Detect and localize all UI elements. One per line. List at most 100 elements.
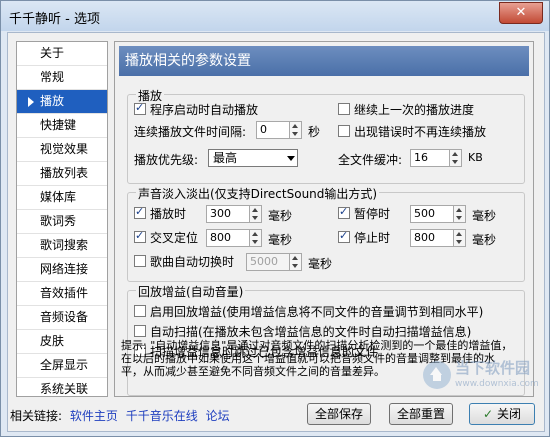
interval-unit: 秒 [308,125,321,139]
priority-label: 播放优先级: [134,153,199,167]
interval-label: 连续播放文件时间隔: [134,125,247,139]
fade-stop-spinner[interactable] [454,229,466,247]
buffer-unit: KB [468,151,483,164]
sidebar-item-label: 音效插件 [40,286,89,300]
stop-on-error-label: 出现错误时不再连续播放 [354,125,487,139]
group-title: 回放增益(自动音量) [136,283,246,300]
sidebar-item-label: 皮肤 [40,334,65,348]
fade-auto-switch-checkbox[interactable] [134,255,146,267]
resume-label: 继续上一次的播放进度 [354,103,475,117]
sidebar-item-label: 音频设备 [40,310,89,324]
gain-auto-scan-label: 自动扫描(在播放未包含增益信息的文件时自动扫描增益信息) [150,325,472,339]
watermark-logo: 当下软件园 www.downxia.com [419,353,539,401]
sidebar-item-general[interactable]: 常规 [17,66,107,90]
sidebar-item-label: 播放列表 [40,166,89,180]
priority-value: 最高 [213,151,238,165]
fade-pause-checkbox[interactable] [338,205,350,219]
sidebar-item-label: 歌词秀 [40,214,77,228]
sidebar-item-audio-device[interactable]: 音频设备 [17,306,107,330]
fade-auto-switch-unit: 毫秒 [308,257,333,271]
sidebar-item-label: 歌词搜索 [40,238,89,252]
check-icon: ✓ [483,407,494,421]
playback-group: 播放 程序启动时自动播放 继续上一次的播放进度 连续播放文件时间隔: 0 秒 出… [127,87,525,184]
sidebar-item-label: 媒体库 [40,190,77,204]
group-title: 声音淡入淡出(仅支持DirectSound输出方式) [136,185,380,202]
watermark-url: www.downxia.com [455,379,539,389]
sidebar-item-label: 全屏显示 [40,358,89,372]
sidebar-item-fullscreen[interactable]: 全屏显示 [17,354,107,378]
watermark-text: 当下软件园 [455,359,531,377]
links-label: 相关链接: [10,409,63,423]
fade-group: 声音淡入淡出(仅支持DirectSound输出方式) 播放时 300 毫秒 暂停… [127,185,525,282]
fade-pause-input[interactable]: 500 [410,205,454,223]
fade-stop-checkbox[interactable] [338,229,350,243]
sidebar-item-hotkeys[interactable]: 快捷键 [17,114,107,138]
fade-seek-checkbox[interactable] [134,229,146,243]
reset-all-button[interactable]: 全部重置 [389,403,453,425]
sidebar-item-media-library[interactable]: 媒体库 [17,186,107,210]
panel-header: 播放相关的参数设置 [119,46,529,76]
link-homepage[interactable]: 软件主页 [70,409,118,423]
sidebar-item-label: 常规 [40,70,65,84]
selected-arrow-icon [28,96,34,107]
sidebar-item-about[interactable]: 关于 [17,42,107,66]
chevron-down-icon [287,156,295,161]
resume-checkbox[interactable] [338,103,350,115]
auto-play-checkbox[interactable] [134,101,146,115]
window-title: 千千静听 - 选项 [9,12,100,27]
fade-seek-spinner[interactable] [250,229,262,247]
fade-auto-switch-input[interactable]: 5000 [246,253,290,271]
options-sidebar: 关于 常规 播放 快捷键 视觉效果 播放列表 媒体库 歌词秀 歌词搜索 网络连接… [16,41,108,397]
related-links: 相关链接: 软件主页 千千音乐在线 论坛 [10,407,230,424]
sidebar-item-visual-effects[interactable]: 视觉效果 [17,138,107,162]
link-forum[interactable]: 论坛 [206,409,230,423]
close-icon: ✕ [515,5,527,20]
sidebar-item-lyrics-search[interactable]: 歌词搜索 [17,234,107,258]
buffer-input[interactable]: 16 [410,149,450,167]
gain-enable-checkbox[interactable] [134,305,146,317]
fade-pause-unit: 毫秒 [472,209,497,223]
fade-stop-unit: 毫秒 [472,233,497,247]
save-all-button[interactable]: 全部保存 [307,403,371,425]
buffer-spinner[interactable] [450,149,462,167]
sidebar-item-skin[interactable]: 皮肤 [17,330,107,354]
fade-stop-label: 停止时 [354,231,391,245]
sidebar-item-playlist[interactable]: 播放列表 [17,162,107,186]
gain-auto-scan-checkbox[interactable] [134,325,146,337]
sidebar-item-label: 播放 [40,94,65,108]
sidebar-item-file-association[interactable]: 系统关联 [17,378,107,401]
gain-enable-label: 启用回放增益(使用增益信息将不同文件的音量调节到相同水平) [150,305,484,319]
sidebar-item-playback[interactable]: 播放 [17,90,107,114]
sidebar-item-label: 网络连接 [40,262,89,276]
fade-stop-input[interactable]: 800 [410,229,454,247]
sidebar-item-lyrics-show[interactable]: 歌词秀 [17,210,107,234]
options-window: 千千静听 - 选项 ✕ 关于 常规 播放 快捷键 视觉效果 播放列表 媒体库 歌… [0,0,550,437]
sidebar-item-label: 系统关联 [40,382,89,396]
sidebar-item-network[interactable]: 网络连接 [17,258,107,282]
fade-auto-switch-label: 歌曲自动切换时 [150,255,235,269]
fade-auto-switch-spinner[interactable] [290,253,302,271]
sidebar-item-effect-plugins[interactable]: 音效插件 [17,282,107,306]
sidebar-item-label: 快捷键 [40,118,77,132]
interval-spinner[interactable] [290,121,302,139]
link-music-online[interactable]: 千千音乐在线 [126,409,198,423]
stop-on-error-checkbox[interactable] [338,125,350,137]
fade-play-unit: 毫秒 [268,209,293,223]
window-close-button[interactable]: ✕ [499,2,543,24]
fade-pause-label: 暂停时 [354,207,391,221]
buffer-label: 全文件缓冲: [338,153,403,167]
fade-play-input[interactable]: 300 [206,205,250,223]
interval-input[interactable]: 0 [256,121,290,139]
fade-seek-unit: 毫秒 [268,233,293,247]
priority-select[interactable]: 最高 [208,149,298,167]
close-button[interactable]: ✓ 关闭 [469,403,535,425]
fade-play-checkbox[interactable] [134,205,146,219]
fade-seek-input[interactable]: 800 [206,229,250,247]
sidebar-item-label: 视觉效果 [40,142,89,156]
sidebar-item-label: 关于 [40,46,65,60]
close-label: 关闭 [496,407,521,421]
fade-seek-label: 交叉定位 [150,231,199,245]
fade-pause-spinner[interactable] [454,205,466,223]
fade-play-spinner[interactable] [250,205,262,223]
title-bar[interactable]: 千千静听 - 选项 ✕ [1,1,549,31]
